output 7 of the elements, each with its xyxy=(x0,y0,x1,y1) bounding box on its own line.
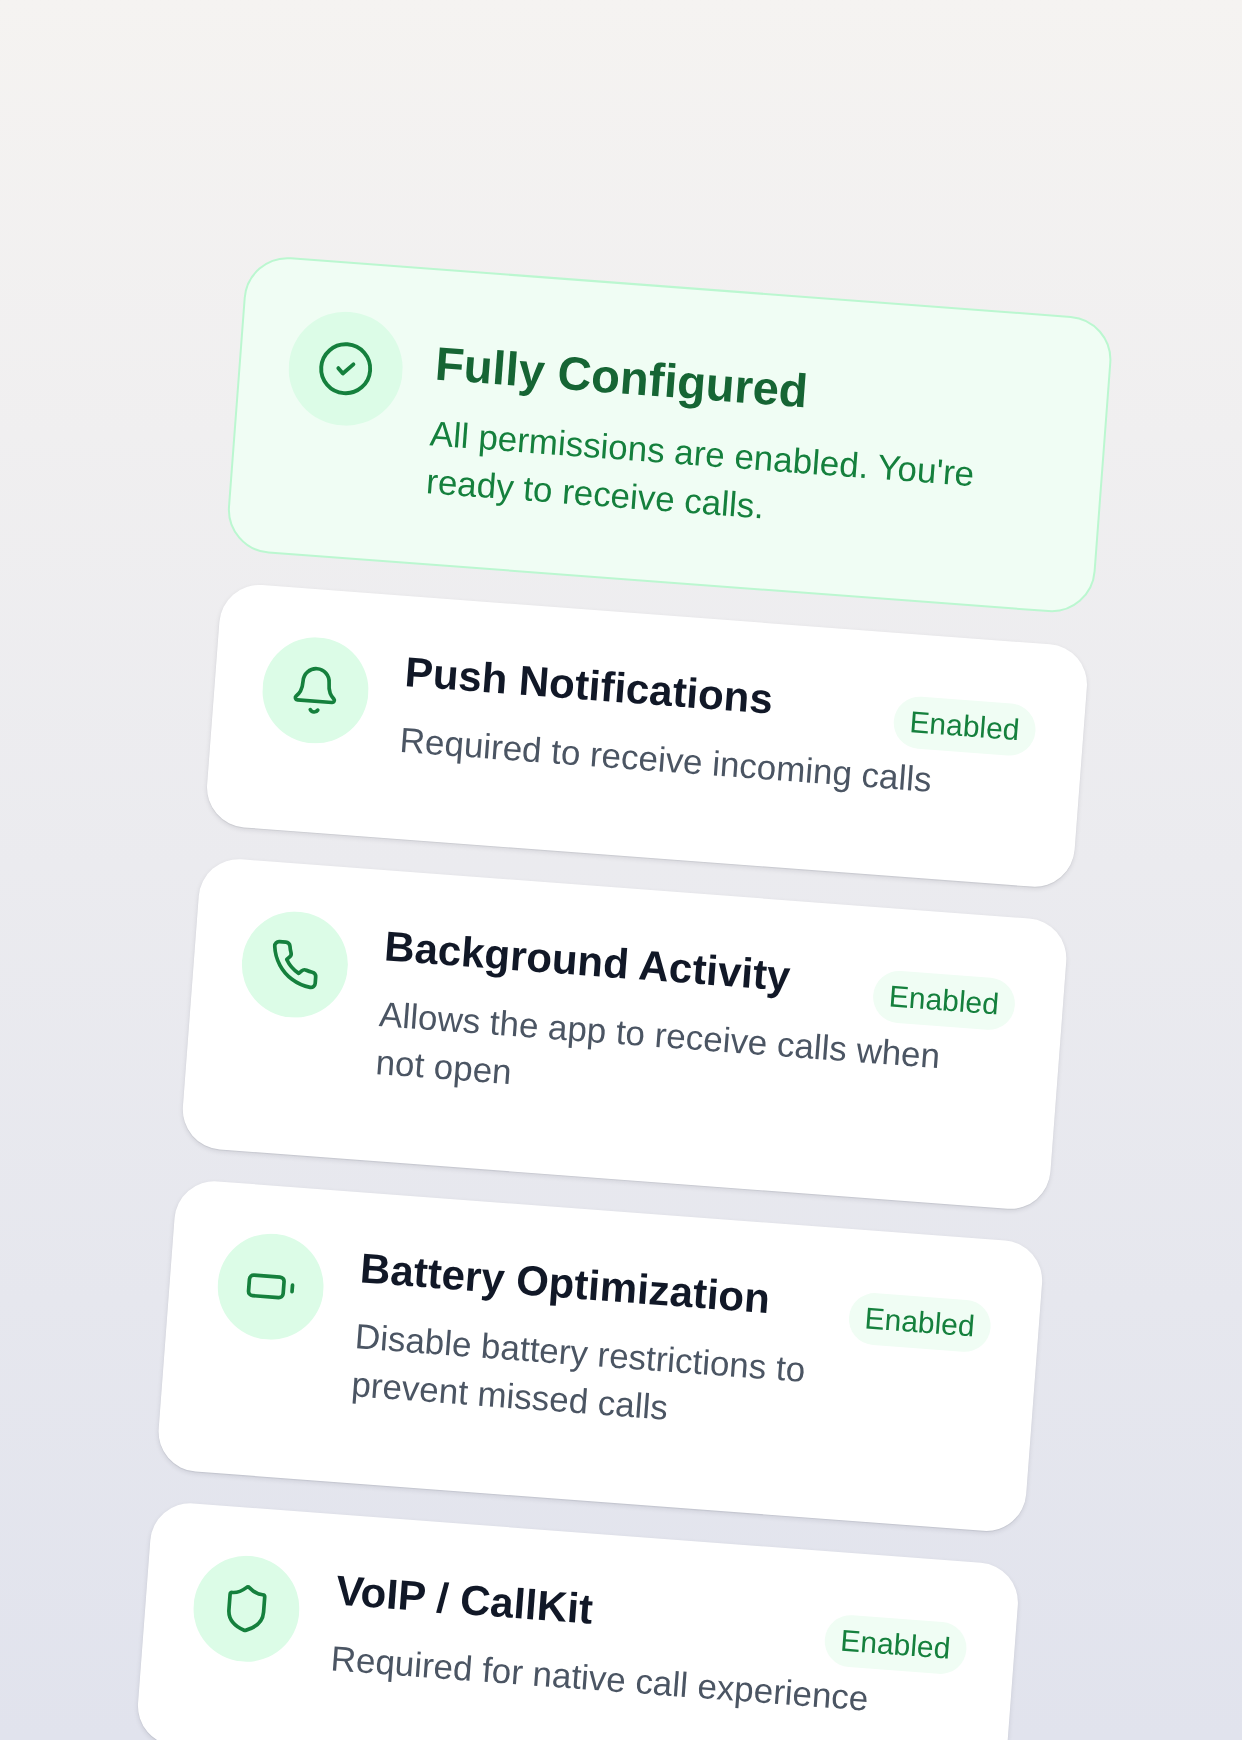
status-badge: Enabled xyxy=(871,969,1017,1032)
status-badge: Enabled xyxy=(846,1291,993,1354)
status-badge: Enabled xyxy=(822,1613,969,1676)
permission-title: Push Notifications xyxy=(403,647,775,725)
permission-title: Background Activity xyxy=(382,921,793,1002)
status-badge: Enabled xyxy=(891,694,1038,758)
permission-title: VoIP / CallKit xyxy=(333,1565,595,1635)
